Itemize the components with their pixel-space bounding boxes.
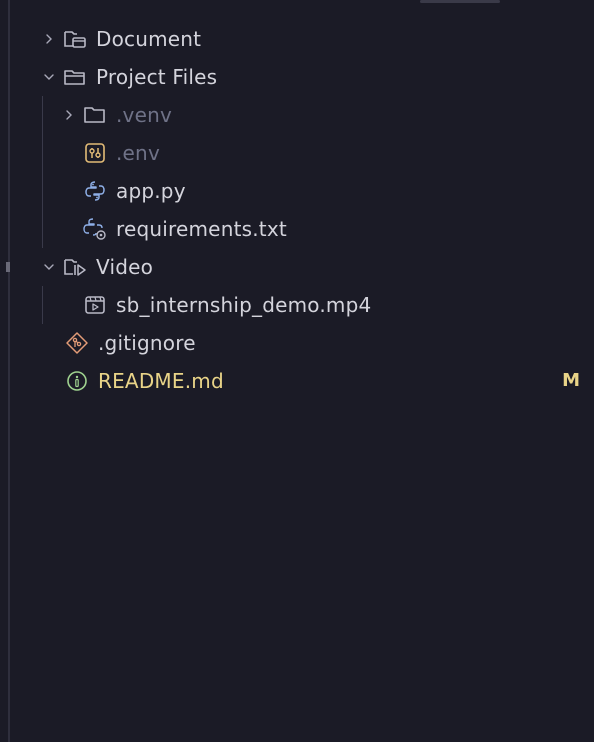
chevron-right-icon[interactable] xyxy=(60,96,78,134)
tree-item-document-folder[interactable]: Document xyxy=(10,20,590,58)
tree-item-label: requirements.txt xyxy=(116,217,287,241)
video-file-icon xyxy=(82,292,108,318)
tree-item-video-file[interactable]: sb_internship_demo.mp4 xyxy=(10,286,590,324)
indent-guide xyxy=(42,210,43,248)
folder-video-icon xyxy=(62,254,88,280)
tree-item-label: README.md xyxy=(98,369,224,393)
tree-item-label: sb_internship_demo.mp4 xyxy=(116,293,372,317)
indent-guide xyxy=(42,134,43,172)
tree-item-label: app.py xyxy=(116,179,186,203)
tree-item-gitignore-file[interactable]: .gitignore xyxy=(10,324,590,362)
git-modified-badge: M xyxy=(562,370,580,391)
indent-guide xyxy=(42,172,43,210)
indent-guide xyxy=(42,96,43,134)
git-icon xyxy=(64,330,90,356)
python-icon xyxy=(82,178,108,204)
tree-item-label: Video xyxy=(96,255,154,279)
folder-icon xyxy=(82,102,108,128)
tree-item-label: Document xyxy=(96,27,202,51)
tree-item-label: Project Files xyxy=(96,65,218,89)
folder-document-icon xyxy=(62,26,88,52)
folder-open-icon xyxy=(62,64,88,90)
chevron-down-icon[interactable] xyxy=(40,248,58,286)
info-icon xyxy=(64,368,90,394)
tree-item-env-file[interactable]: .env xyxy=(10,134,590,172)
indent-guide xyxy=(42,286,43,324)
python-requirements-icon xyxy=(82,216,108,242)
tree-item-requirements-file[interactable]: requirements.txt xyxy=(10,210,590,248)
tree-item-label: .venv xyxy=(116,103,173,127)
chevron-right-icon[interactable] xyxy=(40,20,58,58)
tree-item-venv-folder[interactable]: .venv xyxy=(10,96,590,134)
tree-item-label: .env xyxy=(116,141,160,165)
file-explorer-tree: Document Project Files .venv .env app.py… xyxy=(10,20,590,400)
tree-item-video-folder[interactable]: Video xyxy=(10,248,590,286)
tree-item-label: .gitignore xyxy=(98,331,196,355)
env-file-icon xyxy=(82,140,108,166)
top-edge-fragment xyxy=(420,0,500,3)
tree-item-readme-file[interactable]: README.md M xyxy=(10,362,590,400)
chevron-down-icon[interactable] xyxy=(40,58,58,96)
tree-item-project-files-folder[interactable]: Project Files xyxy=(10,58,590,96)
tree-item-app-py-file[interactable]: app.py xyxy=(10,172,590,210)
